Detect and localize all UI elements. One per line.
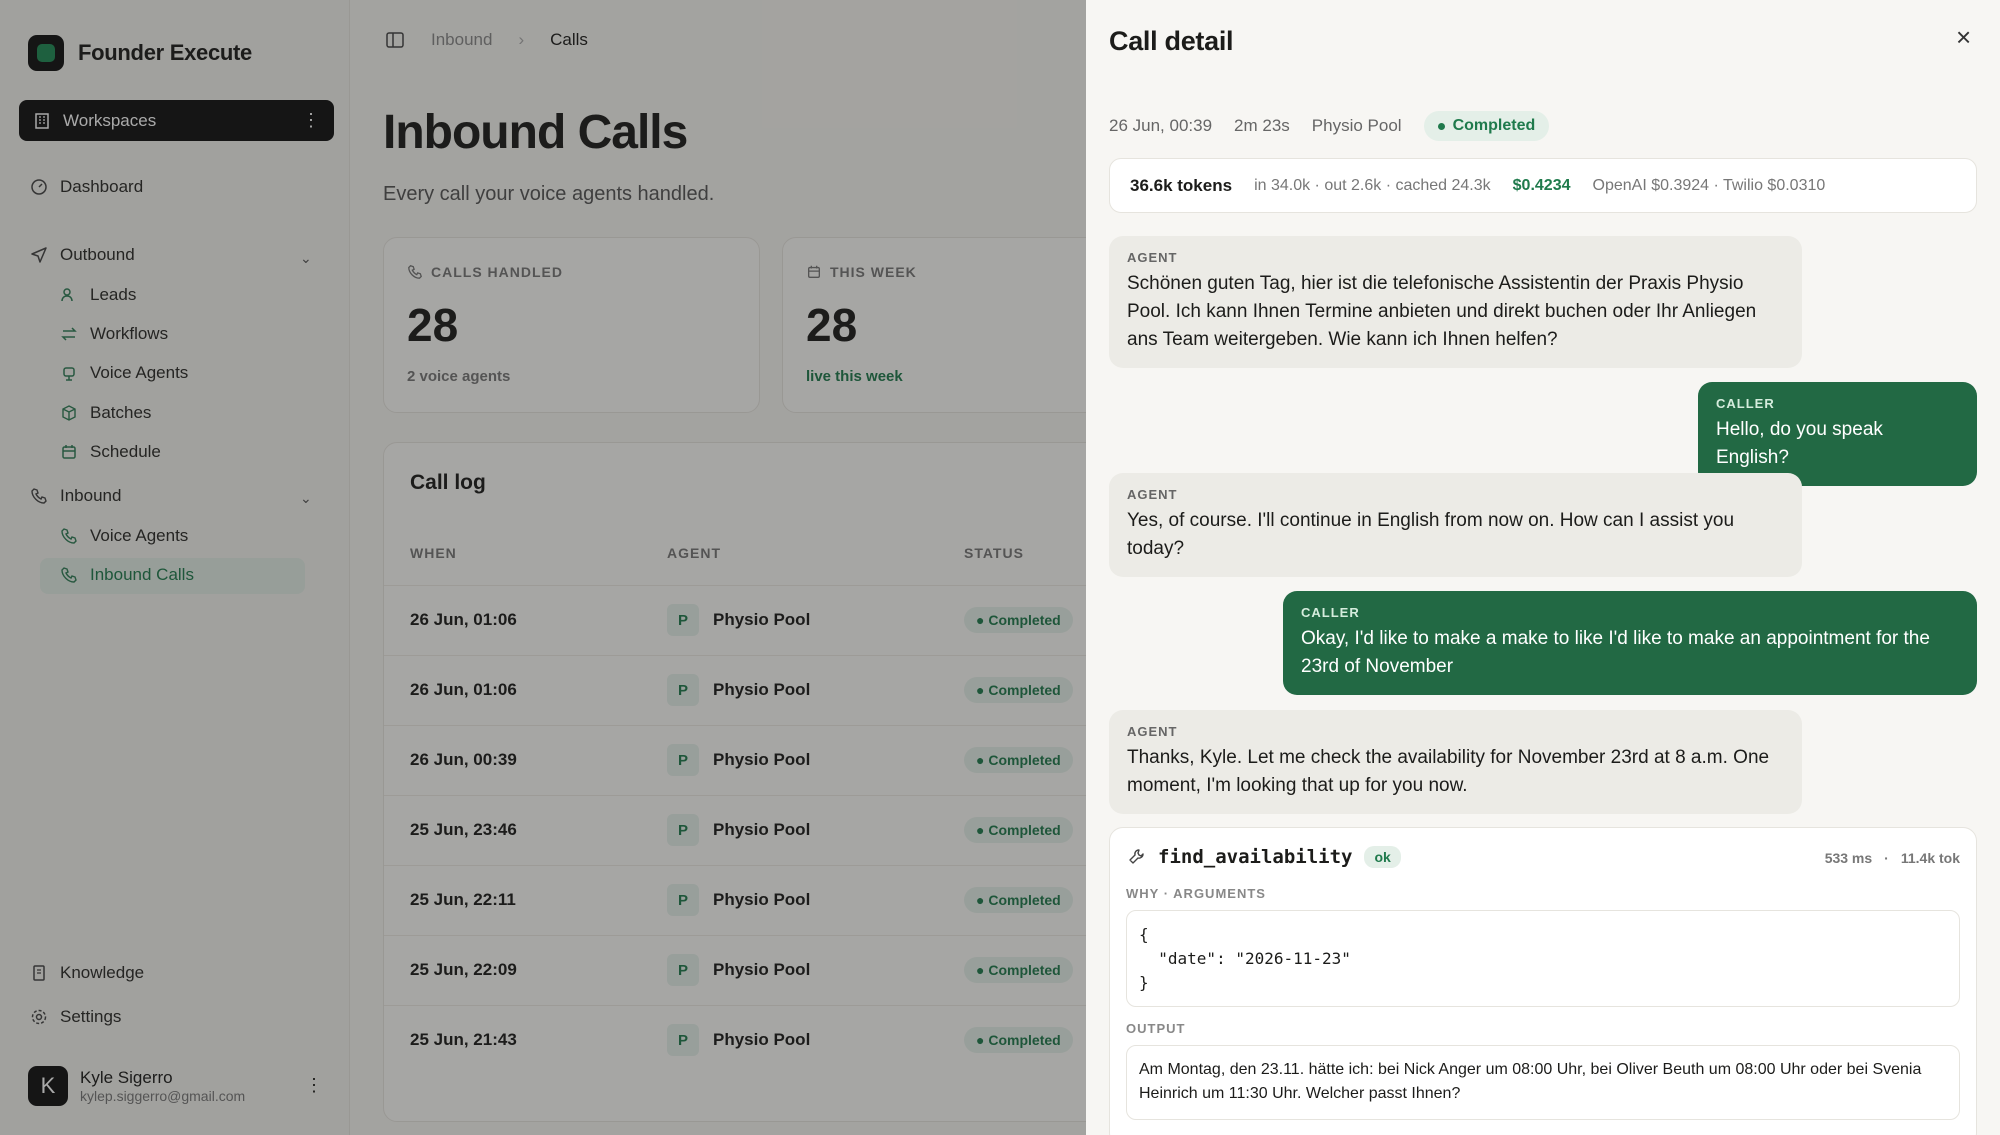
tool-tokens: 11.4k tok [1900, 850, 1960, 866]
close-icon[interactable]: × [1956, 22, 1971, 53]
drawer-title: Call detail [1109, 26, 1234, 56]
tool-args-label: WHY · ARGUMENTS [1126, 886, 1266, 901]
message-role: AGENT [1127, 487, 1178, 502]
message-role: AGENT [1127, 250, 1178, 265]
tool-latency: 533 ms [1824, 850, 1873, 866]
tokens-providers: OpenAI $0.3924 · Twilio $0.0310 [1592, 176, 1826, 194]
tool-output-label: OUTPUT [1126, 1021, 1186, 1036]
tool-call-header[interactable]: find_availability ok [1128, 846, 1401, 868]
message-text: Schönen guten Tag, hier ist die telefoni… [1127, 273, 1757, 350]
message-role: CALLER [1716, 396, 1775, 411]
token-usage-bar: 36.6k tokens in 34.0k · out 2.6k · cache… [1109, 158, 1977, 213]
modal-backdrop[interactable] [0, 0, 1086, 1135]
call-detail-drawer: Call detail × 26 Jun, 00:39 2m 23s Physi… [1086, 0, 2000, 1135]
tool-name: find_availability [1158, 846, 1353, 868]
message-text: Yes, of course. I'll continue in English… [1127, 510, 1735, 559]
message-role: AGENT [1127, 724, 1178, 739]
tool-args-code: { "date": "2026-11-23" } [1126, 910, 1960, 1007]
status-badge-label: Completed [1452, 117, 1536, 134]
call-duration: 2m 23s [1234, 116, 1290, 135]
tokens-breakdown: in 34.0k · out 2.6k · cached 24.3k [1254, 176, 1491, 194]
wrench-icon [1129, 849, 1144, 864]
transcript-message-caller: CALLER Okay, I'd like to make a make to … [1283, 591, 1977, 695]
separator-dot: · [1884, 850, 1889, 866]
tool-output: Am Montag, den 23.11. hätte ich: bei Nic… [1126, 1045, 1960, 1120]
call-meta: 26 Jun, 00:39 2m 23s Physio Pool Complet… [1109, 111, 1550, 141]
call-agent: Physio Pool [1311, 116, 1402, 135]
tool-call-card: find_availability ok 533 ms · 11.4k tok … [1109, 827, 1977, 1135]
message-text: Okay, I'd like to make a make to like I'… [1301, 628, 1930, 677]
tool-stats: 533 ms · 11.4k tok [1825, 850, 1960, 866]
status-badge: Completed [1423, 111, 1550, 141]
message-text: Hello, do you speak English? [1716, 419, 1883, 468]
message-role: CALLER [1301, 605, 1360, 620]
tokens-total: 36.6k tokens [1130, 175, 1233, 195]
transcript-message-agent: AGENT Yes, of course. I'll continue in E… [1109, 473, 1802, 577]
transcript-message-agent: AGENT Schönen guten Tag, hier ist die te… [1109, 236, 1802, 368]
transcript-message-agent: AGENT Thanks, Kyle. Let me check the ava… [1109, 710, 1802, 814]
call-when: 26 Jun, 00:39 [1109, 116, 1213, 135]
tool-status-badge: ok [1364, 846, 1401, 868]
transcript-message-caller: CALLER Hello, do you speak English? [1698, 382, 1977, 486]
tokens-cost: $0.4234 [1512, 176, 1571, 194]
message-text: Thanks, Kyle. Let me check the availabil… [1127, 747, 1770, 796]
